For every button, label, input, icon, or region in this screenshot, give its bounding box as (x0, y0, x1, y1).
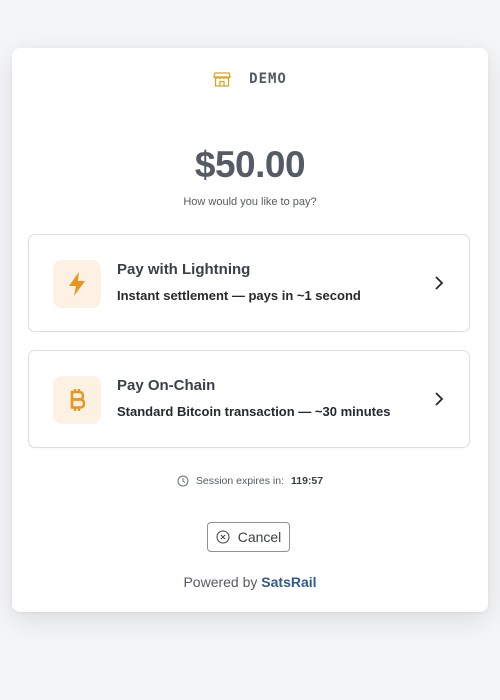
session-timer: 119:57 (291, 475, 324, 487)
powered-by-text: Powered by (183, 574, 258, 590)
close-circle-icon (216, 530, 230, 544)
bitcoin-icon (53, 376, 101, 424)
chevron-right-icon (433, 275, 445, 291)
option-title: Pay On-Chain (117, 377, 216, 394)
option-title: Pay with Lightning (117, 261, 251, 278)
session-expiry: Session expires in: 119:57 (12, 475, 488, 487)
brand-link[interactable]: SatsRail (261, 574, 316, 590)
lightning-icon (53, 260, 101, 308)
merchant-name: DEMO (249, 71, 287, 87)
session-label: Session expires in: (195, 475, 284, 487)
pay-lightning-option[interactable]: Pay with Lightning Instant settlement — … (28, 234, 470, 332)
payment-prompt: How would you like to pay? (183, 196, 317, 208)
payment-amount: $50.00 (194, 144, 306, 185)
merchant-header: DEMO (12, 70, 488, 88)
chevron-right-icon (433, 391, 445, 407)
cancel-button[interactable]: Cancel (207, 522, 290, 552)
powered-by: Powered by SatsRail (12, 574, 488, 590)
payment-card: DEMO $50.00 How would you like to pay? P… (12, 48, 488, 612)
clock-icon (177, 475, 189, 487)
option-description: Standard Bitcoin transaction — ~30 minut… (117, 404, 391, 419)
store-icon (213, 70, 231, 88)
pay-onchain-option[interactable]: Pay On-Chain Standard Bitcoin transactio… (28, 350, 470, 448)
option-description: Instant settlement — pays in ~1 second (117, 288, 361, 303)
cancel-label: Cancel (237, 529, 282, 545)
